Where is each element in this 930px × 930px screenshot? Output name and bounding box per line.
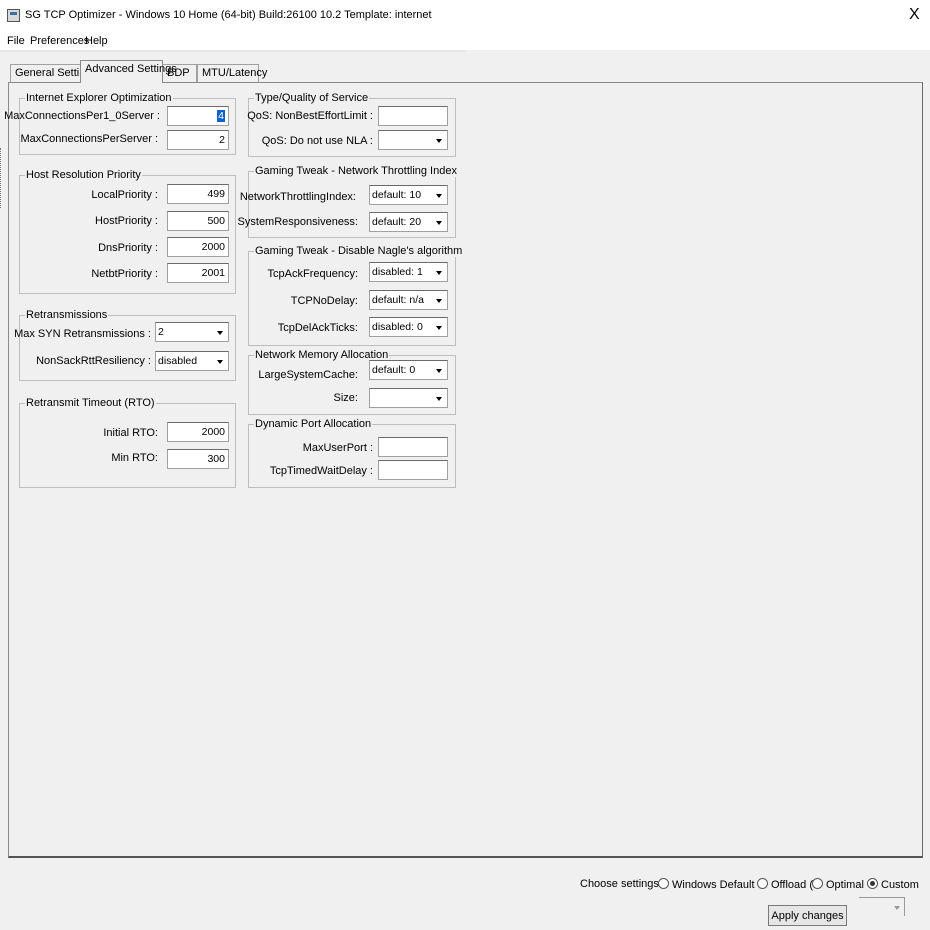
dns-priority-input[interactable]: 2000 [167, 237, 229, 257]
network-throttling-index-select[interactable]: default: 10 [369, 185, 448, 205]
tcp-timed-wait-delay-label: TcpTimedWaitDelay : [269, 465, 373, 477]
retransmissions-title: Retransmissions [25, 309, 109, 321]
chevron-down-icon[interactable] [432, 319, 446, 335]
apply-changes-button[interactable]: Apply changes [768, 905, 847, 926]
non-sack-rtt-resiliency-select[interactable]: disabled [155, 351, 229, 371]
radio-windows-default-label: Windows Default [672, 879, 755, 891]
chevron-down-icon[interactable] [432, 132, 446, 148]
tab-mtu-latency[interactable]: MTU/Latency [197, 64, 267, 82]
system-responsiveness-select[interactable]: default: 20 [369, 212, 448, 232]
tcp-del-ack-ticks-label: TcpDelAckTicks: [277, 322, 358, 334]
dns-priority-label: DnsPriority : [98, 242, 158, 254]
chevron-down-icon[interactable] [213, 353, 227, 369]
radio-offload[interactable]: Offload (L [757, 878, 819, 891]
ie-optimization-title: Internet Explorer Optimization [25, 92, 173, 104]
chevron-down-icon[interactable] [213, 324, 227, 340]
max-conn-per1-0-input[interactable]: 4 [167, 106, 229, 126]
nagle-title: Gaming Tweak - Disable Nagle's algorithm [254, 245, 464, 257]
max-conn-per-server-input[interactable]: 2 [167, 130, 229, 150]
radio-icon [658, 878, 669, 889]
non-sack-rtt-resiliency-label: NonSackRttResiliency : [36, 355, 151, 367]
menu-help[interactable]: Help [85, 35, 108, 47]
local-priority-label: LocalPriority : [91, 189, 158, 201]
memory-size-label: Size: [333, 392, 358, 404]
radio-optimal-label: Optimal [826, 879, 864, 891]
max-user-port-label: MaxUserPort : [302, 442, 373, 454]
chevron-down-icon[interactable] [432, 362, 446, 378]
chevron-down-icon[interactable] [432, 187, 446, 203]
host-priority-label: HostPriority : [95, 215, 158, 227]
menu-file[interactable]: File [7, 35, 25, 47]
large-system-cache-select[interactable]: default: 0 [369, 360, 448, 380]
tcp-ack-frequency-label: TcpAckFrequency: [267, 268, 358, 280]
radio-windows-default[interactable]: Windows Default [658, 878, 755, 891]
chevron-down-icon[interactable] [432, 264, 446, 280]
window-title: SG TCP Optimizer - Windows 10 Home (64-b… [25, 9, 432, 21]
tcp-ack-frequency-select[interactable]: disabled: 1 [369, 262, 448, 282]
tcp-no-delay-label: TCPNoDelay: [290, 295, 358, 307]
qos-no-nla-select[interactable] [378, 130, 448, 150]
window-edge [0, 148, 3, 208]
ports-title: Dynamic Port Allocation [254, 418, 373, 430]
chevron-down-icon[interactable] [432, 214, 446, 230]
qos-nonbesteffortlimit-input[interactable] [378, 106, 448, 126]
tcp-no-delay-select[interactable]: default: n/a [369, 290, 448, 310]
throttling-title: Gaming Tweak - Network Throttling Index [254, 165, 458, 177]
memory-size-select[interactable] [369, 388, 448, 408]
close-icon[interactable]: X [909, 6, 920, 24]
chevron-down-icon[interactable] [432, 390, 446, 406]
chevron-down-icon[interactable] [432, 292, 446, 308]
rto-title: Retransmit Timeout (RTO) [25, 397, 156, 409]
rto-group: Retransmit Timeout (RTO) [19, 397, 236, 488]
radio-custom[interactable]: Custom [867, 878, 919, 891]
max-conn-per1-0-label: MaxConnectionsPer1_0Server : [4, 110, 160, 122]
large-system-cache-label: LargeSystemCache: [258, 369, 358, 381]
menu-separator [0, 50, 465, 52]
min-rto-label: Min RTO: [111, 452, 158, 464]
netbt-priority-input[interactable]: 2001 [167, 263, 229, 283]
menu-bar [0, 32, 930, 50]
radio-optimal[interactable]: Optimal [812, 878, 864, 891]
system-responsiveness-label: SystemResponsiveness: [237, 216, 358, 228]
tcp-timed-wait-delay-input[interactable] [378, 460, 448, 480]
radio-icon [757, 878, 768, 889]
radio-icon [812, 878, 823, 889]
menu-preferences[interactable]: Preferences [30, 35, 89, 47]
radio-custom-label: Custom [881, 879, 919, 891]
min-rto-input[interactable]: 300 [167, 449, 229, 469]
radio-selected-icon [867, 878, 878, 889]
qos-title: Type/Quality of Service [254, 92, 370, 104]
app-icon [7, 9, 20, 22]
host-priority-input[interactable]: 500 [167, 211, 229, 231]
max-user-port-input[interactable] [378, 437, 448, 457]
netbt-priority-label: NetbtPriority : [91, 268, 158, 280]
network-throttling-index-label: NetworkThrottlingIndex: [239, 191, 356, 203]
tab-general-settings[interactable]: General Settings [10, 64, 97, 82]
initial-rto-input[interactable]: 2000 [167, 422, 229, 442]
qos-no-nla-label: QoS: Do not use NLA : [261, 135, 373, 147]
qos-nonbesteffortlimit-label: QoS: NonBestEffortLimit : [247, 110, 373, 122]
tcp-del-ack-ticks-select[interactable]: disabled: 0 [369, 317, 448, 337]
tab-advanced-settings[interactable]: Advanced Settings [80, 60, 177, 83]
local-priority-input[interactable]: 499 [167, 184, 229, 204]
initial-rto-label: Initial RTO: [103, 427, 158, 439]
max-conn-per-server-label: MaxConnectionsPerServer : [20, 133, 158, 145]
choose-settings-label: Choose settings: [580, 878, 662, 890]
max-syn-retransmissions-select[interactable]: 2 [155, 322, 229, 342]
scroll-down-icon[interactable] [859, 897, 905, 916]
host-resolution-title: Host Resolution Priority [25, 169, 142, 181]
max-syn-retransmissions-label: Max SYN Retransmissions : [14, 328, 151, 340]
